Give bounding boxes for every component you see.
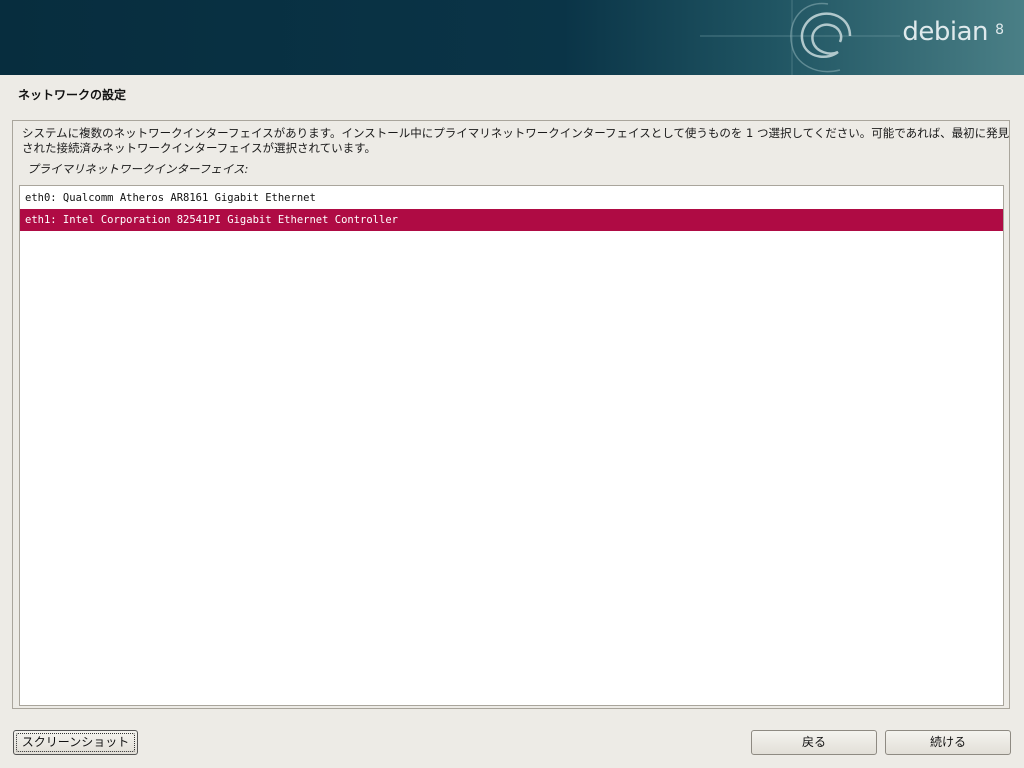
interface-list-label: プライマリネットワークインターフェイス: bbox=[27, 162, 249, 176]
interface-option-eth0[interactable]: eth0: Qualcomm Atheros AR8161 Gigabit Et… bbox=[20, 187, 1003, 209]
screenshot-button[interactable]: スクリーンショット bbox=[13, 730, 138, 755]
debian-brand: debian bbox=[902, 17, 988, 47]
continue-button[interactable]: 続ける bbox=[885, 730, 1011, 755]
interface-list[interactable]: eth0: Qualcomm Atheros AR8161 Gigabit Et… bbox=[19, 185, 1004, 706]
page-title: ネットワークの設定 bbox=[18, 88, 127, 102]
description-text: システムに複数のネットワークインターフェイスがあります。インストール中にプライマ… bbox=[22, 126, 1010, 155]
continue-button-label: 続ける bbox=[929, 735, 966, 749]
debian-swirl-logo bbox=[700, 0, 900, 75]
header-banner: debian 8 bbox=[0, 0, 1024, 75]
debian-version: 8 bbox=[995, 22, 1004, 38]
back-button[interactable]: 戻る bbox=[751, 730, 877, 755]
focus-indicator bbox=[16, 733, 135, 752]
back-button-label: 戻る bbox=[801, 735, 826, 749]
interface-option-eth1[interactable]: eth1: Intel Corporation 82541PI Gigabit … bbox=[20, 209, 1003, 231]
